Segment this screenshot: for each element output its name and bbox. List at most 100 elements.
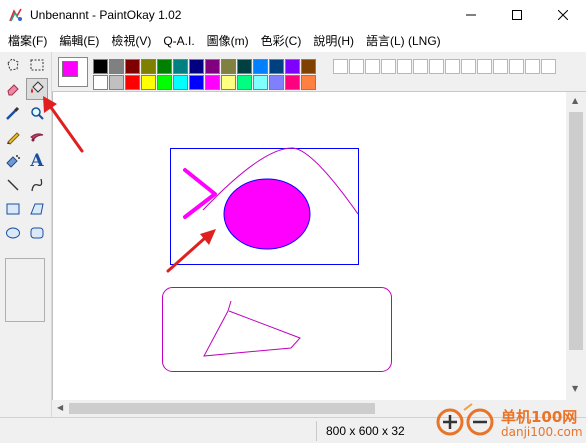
rect-select-tool[interactable] [26,54,48,76]
palette-swatch[interactable] [141,59,156,74]
palette-swatch[interactable] [301,75,316,90]
title-bar: Unbenannt - PaintOkay 1.02 [0,0,586,30]
menu-file[interactable]: 檔案(F) [2,30,53,52]
color-picker-icon [6,106,20,120]
custom-color-slot[interactable] [333,59,348,74]
palette-swatch[interactable] [125,59,140,74]
custom-color-slot[interactable] [381,59,396,74]
close-button[interactable] [540,0,586,30]
palette-swatch[interactable] [189,59,204,74]
palette-swatch[interactable] [157,75,172,90]
scroll-up-icon[interactable]: ▲ [572,96,578,105]
palette-swatch[interactable] [173,59,188,74]
menu-image[interactable]: 圖像(m) [201,30,255,52]
rounded-rect-tool[interactable] [26,222,48,244]
palette-swatch[interactable] [157,59,172,74]
menu-language[interactable]: 語言(L) (LNG) [360,30,447,52]
pencil-tool[interactable] [2,126,24,148]
palette-swatch[interactable] [189,75,204,90]
custom-color-slot[interactable] [525,59,540,74]
rectangle-tool[interactable] [2,198,24,220]
palette-swatch[interactable] [253,75,268,90]
menu-view[interactable]: 檢視(V) [105,30,157,52]
custom-color-slot[interactable] [461,59,476,74]
vertical-scrollbar[interactable]: ▲ ▼ [566,92,586,400]
palette-swatch[interactable] [205,59,220,74]
palette-swatch[interactable] [93,59,108,74]
custom-color-slot[interactable] [541,59,556,74]
polygon-tool[interactable] [26,198,48,220]
palette-swatch[interactable] [237,59,252,74]
ellipse-tool[interactable] [2,222,24,244]
palette-bar [52,52,586,92]
canvas-drawing[interactable] [53,92,566,400]
menu-bar: 檔案(F) 編輯(E) 檢視(V) Q-A.I. 圖像(m) 色彩(C) 說明(… [0,30,586,52]
line-icon [7,179,19,191]
vertical-scroll-thumb[interactable] [569,112,583,350]
menu-colors[interactable]: 色彩(C) [255,30,308,52]
airbrush-tool[interactable] [2,150,24,172]
custom-color-slot[interactable] [429,59,444,74]
palette-swatch[interactable] [269,59,284,74]
palette-swatch[interactable] [285,75,300,90]
palette-swatch[interactable] [301,59,316,74]
window-title: Unbenannt - PaintOkay 1.02 [30,8,182,22]
close-icon [558,10,568,20]
paintokay-app-icon [9,8,22,22]
airbrush-icon [6,155,20,168]
palette-swatch[interactable] [221,59,236,74]
maximize-icon [512,10,522,20]
color-picker-tool[interactable] [2,102,24,124]
palette-swatch[interactable] [253,59,268,74]
custom-color-slot[interactable] [349,59,364,74]
status-separator [316,421,317,441]
magenta-filled-ellipse [223,178,311,250]
custom-color-slot[interactable] [493,59,508,74]
palette-swatch[interactable] [269,75,284,90]
free-select-tool[interactable] [2,54,24,76]
watermark-logo-icon [436,403,494,436]
custom-color-slot[interactable] [397,59,412,74]
polygon-icon [30,203,44,215]
palette-swatch[interactable] [109,75,124,90]
maximize-button[interactable] [494,0,540,30]
palette-swatch[interactable] [141,75,156,90]
palette-swatch[interactable] [125,75,140,90]
annotation-arrow-toolbox [43,96,84,153]
triangle-polygon-shape [203,300,301,357]
drawing-canvas[interactable] [52,92,566,400]
palette-swatch[interactable] [237,75,252,90]
magenta-chevron-stroke [183,168,217,219]
eraser-tool[interactable] [2,78,24,100]
watermark-url: danji100.com [501,425,583,439]
menu-edit[interactable]: 編輯(E) [53,30,105,52]
palette-swatch[interactable] [205,75,220,90]
custom-color-slot[interactable] [413,59,428,74]
custom-color-slot[interactable] [509,59,524,74]
watermark-title: 单机100网 [501,408,578,426]
menu-help[interactable]: 說明(H) [307,30,360,52]
line-tool[interactable] [2,174,24,196]
custom-color-slot[interactable] [445,59,460,74]
menu-qai[interactable]: Q-A.I. [157,30,200,52]
palette-swatch[interactable] [221,75,236,90]
rectangle-icon [6,203,20,215]
palette-swatch[interactable] [285,59,300,74]
eraser-icon [7,84,19,96]
minimize-button[interactable] [448,0,494,30]
pencil-icon [7,132,20,145]
ellipse-icon [6,227,20,239]
scroll-left-icon[interactable]: ◀ [57,403,63,412]
canvas-dimensions: 800 x 600 x 32 [326,424,405,438]
palette-swatch[interactable] [173,75,188,90]
foreground-color-swatch [62,61,78,77]
tool-options-panel[interactable] [5,258,45,322]
custom-color-slot[interactable] [477,59,492,74]
scroll-down-icon[interactable]: ▼ [572,384,578,393]
palette-swatch[interactable] [109,59,124,74]
curve-tool[interactable] [26,174,48,196]
horizontal-scroll-thumb[interactable] [69,403,375,414]
rounded-rect-icon [30,227,44,239]
free-select-icon [7,58,19,71]
custom-color-slot[interactable] [365,59,380,74]
